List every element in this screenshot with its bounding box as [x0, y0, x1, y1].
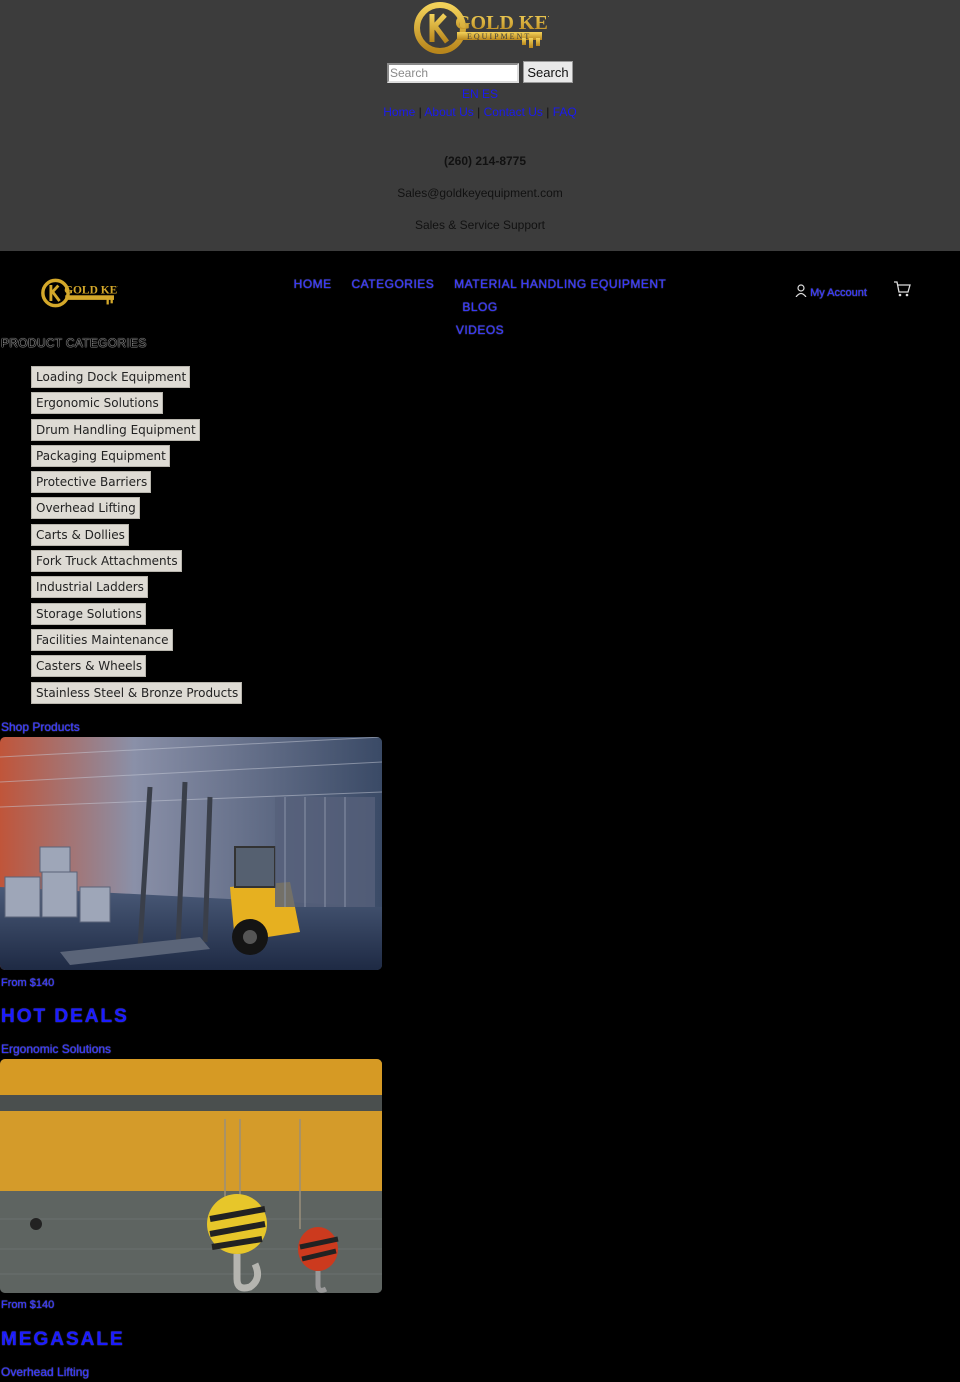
- nav-videos[interactable]: VIDEOS: [456, 323, 504, 337]
- nav-material-handling[interactable]: MATERIAL HANDLING EQUIPMENT: [454, 277, 666, 291]
- search-button[interactable]: Search: [523, 61, 573, 83]
- gold-key-logo[interactable]: GOLD KEY EQUIPMENT: [413, 2, 549, 54]
- nav-home[interactable]: HOME: [294, 277, 332, 291]
- crane-hook-image[interactable]: [0, 1059, 382, 1293]
- category-item[interactable]: Overhead Lifting: [31, 497, 140, 520]
- support-text: Sales & Service Support: [414, 218, 546, 232]
- shop-products-link[interactable]: Shop Products: [1, 720, 80, 734]
- account-link[interactable]: My Account: [795, 284, 867, 299]
- header-logo[interactable]: GOLD KEY: [40, 278, 118, 308]
- category-item[interactable]: Drum Handling Equipment: [31, 418, 200, 441]
- top-bar: GOLD KEY EQUIPMENT Search EN ES Home | A…: [0, 0, 960, 251]
- user-icon: [795, 284, 807, 298]
- promo-category-link[interactable]: Ergonomic Solutions: [1, 1042, 111, 1056]
- top-link-faq[interactable]: FAQ: [553, 105, 577, 119]
- cart-icon[interactable]: [893, 281, 911, 297]
- svg-text:GOLD KEY: GOLD KEY: [455, 12, 549, 34]
- language-switcher: EN ES: [0, 87, 960, 101]
- top-links: Home | About Us | Contact Us | FAQ: [383, 105, 577, 119]
- search-input[interactable]: [387, 63, 519, 83]
- top-link-about[interactable]: About Us: [424, 105, 473, 119]
- promo-title[interactable]: HOT DEALS: [1, 1006, 129, 1028]
- category-item[interactable]: Packaging Equipment: [31, 444, 170, 467]
- promo-price: From $140: [1, 977, 55, 989]
- category-item[interactable]: Facilities Maintenance: [31, 628, 173, 651]
- category-item[interactable]: Ergonomic Solutions: [31, 392, 163, 415]
- account-label: My Account: [810, 287, 867, 299]
- category-item[interactable]: Protective Barriers: [31, 471, 152, 494]
- promo-title[interactable]: MEGASALE: [1, 1329, 125, 1351]
- nav-categories[interactable]: CATEGORIES: [352, 277, 435, 291]
- top-link-home[interactable]: Home: [383, 105, 415, 119]
- category-item[interactable]: Carts & Dollies: [31, 523, 129, 546]
- category-list: Loading Dock Equipment Ergonomic Solutio…: [31, 366, 243, 708]
- nav-blog[interactable]: BLOG: [462, 300, 497, 314]
- category-item[interactable]: Fork Truck Attachments: [31, 550, 182, 573]
- promo-category-link[interactable]: Overhead Lifting: [1, 1365, 89, 1379]
- phone-number: (260) 214-8775: [443, 154, 527, 168]
- lang-en-link[interactable]: EN: [462, 87, 479, 101]
- category-item[interactable]: Industrial Ladders: [31, 576, 148, 599]
- forklift-image[interactable]: [0, 737, 382, 970]
- top-link-contact[interactable]: Contact Us: [484, 105, 543, 119]
- email-address: Sales@goldkeyequipment.com: [397, 186, 563, 200]
- main-navigation: HOME CATEGORIES MATERIAL HANDLING EQUIPM…: [260, 273, 700, 342]
- promo-price: From $140: [1, 1299, 55, 1311]
- category-item[interactable]: Loading Dock Equipment: [31, 366, 191, 388]
- categories-heading: PRODUCT CATEGORIES: [1, 336, 147, 350]
- category-item[interactable]: Stainless Steel & Bronze Products: [31, 681, 243, 704]
- svg-text:GOLD KEY: GOLD KEY: [64, 285, 118, 297]
- category-item[interactable]: Storage Solutions: [31, 602, 146, 625]
- svg-text:EQUIPMENT: EQUIPMENT: [467, 32, 531, 41]
- lang-es-link[interactable]: ES: [482, 87, 498, 101]
- category-item[interactable]: Casters & Wheels: [31, 655, 147, 678]
